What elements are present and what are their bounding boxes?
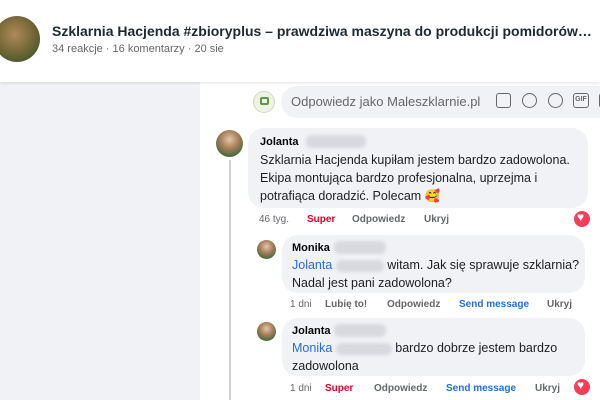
blurred-surname [334,324,386,337]
camera-icon[interactable] [496,93,511,108]
reply-button[interactable]: Odpowiedz [352,214,405,225]
send-message-button[interactable]: Send message [446,383,516,394]
comment-text: Szklarnia Hacjenda kupiłam jestem bardzo… [260,153,570,203]
comment-time[interactable]: 1 dni [290,299,312,310]
comments-panel: Odpowiedz jako Maleszklarnie.pl GIF Jola… [200,82,600,400]
comment-author[interactable]: Jolanta [260,136,299,148]
comment-text: Jolanta witam. Jak się sprawuje szklarni… [292,256,582,292]
avatar[interactable] [257,322,276,341]
mention-link[interactable]: Monika [292,341,332,355]
comment-author[interactable]: Monika [292,242,330,254]
comment-bubble: Monika Jolanta witam. Jak się sprawuje s… [282,235,585,293]
reply-button[interactable]: Odpowiedz [374,383,427,394]
avatar[interactable] [257,240,276,259]
like-button[interactable]: Lubię to! [325,299,367,310]
reply-placeholder: Odpowiedz jako Maleszklarnie.pl [291,94,481,109]
left-panel [0,82,200,400]
hide-button[interactable]: Ukryj [547,299,572,310]
comment-time[interactable]: 46 tyg. [259,214,289,225]
comment-bubble: Jolanta Monika bardzo dobrze jestem bard… [282,318,585,376]
reply-button[interactable]: Odpowiedz [387,299,440,310]
comment-actions: 1 dni Super Odpowiedz Send message Ukryj [290,383,590,397]
blurred-surname [335,259,384,272]
comment-body: witam. Jak się sprawuje szklarnia? Nadal… [292,258,580,290]
comment-actions: 1 dni Lubię to! Odpowiedz Send message U… [290,299,590,313]
comment-bubble: Jolanta Szklarnia Hacjenda kupiłam jeste… [248,128,588,208]
post-header: Szklarnia Hacjenda #zbioryplus – prawdzi… [0,0,600,82]
post-title[interactable]: Szklarnia Hacjenda #zbioryplus – prawdzi… [52,23,592,39]
hide-button[interactable]: Ukryj [424,214,449,225]
heart-reaction-icon [573,210,591,228]
emoji-icon[interactable] [522,93,537,108]
comment-actions: 46 tyg. Super Odpowiedz Ukryj [259,214,589,228]
reply-input[interactable]: Odpowiedz jako Maleszklarnie.pl GIF [281,86,600,118]
blurred-surname [334,241,386,254]
blurred-surname [306,135,366,148]
page-avatar [253,91,275,113]
post-meta: 34 reakcje · 16 komentarzy · 20 sie [52,43,224,55]
heart-reaction-icon [573,378,591,396]
camera-icon[interactable] [548,93,563,108]
mention-link[interactable]: Jolanta [292,258,332,272]
gif-icon[interactable]: GIF [573,93,589,108]
reply-composer: Odpowiedz jako Maleszklarnie.pl GIF [253,86,600,118]
comment-text: Monika bardzo dobrze jestem bardzo zadow… [292,339,582,375]
post-thumbnail[interactable] [0,16,40,62]
avatar[interactable] [216,130,243,157]
thread-line [229,160,231,400]
send-message-button[interactable]: Send message [459,299,529,310]
comment-body: bardzo dobrze jestem bardzo zadowolona [292,341,558,373]
comment-author[interactable]: Jolanta [292,325,331,337]
hide-button[interactable]: Ukryj [535,383,560,394]
reaction-button[interactable]: Super [307,214,335,225]
blurred-surname [335,342,392,355]
comment-time[interactable]: 1 dni [290,383,312,394]
reaction-button[interactable]: Super [325,383,353,394]
